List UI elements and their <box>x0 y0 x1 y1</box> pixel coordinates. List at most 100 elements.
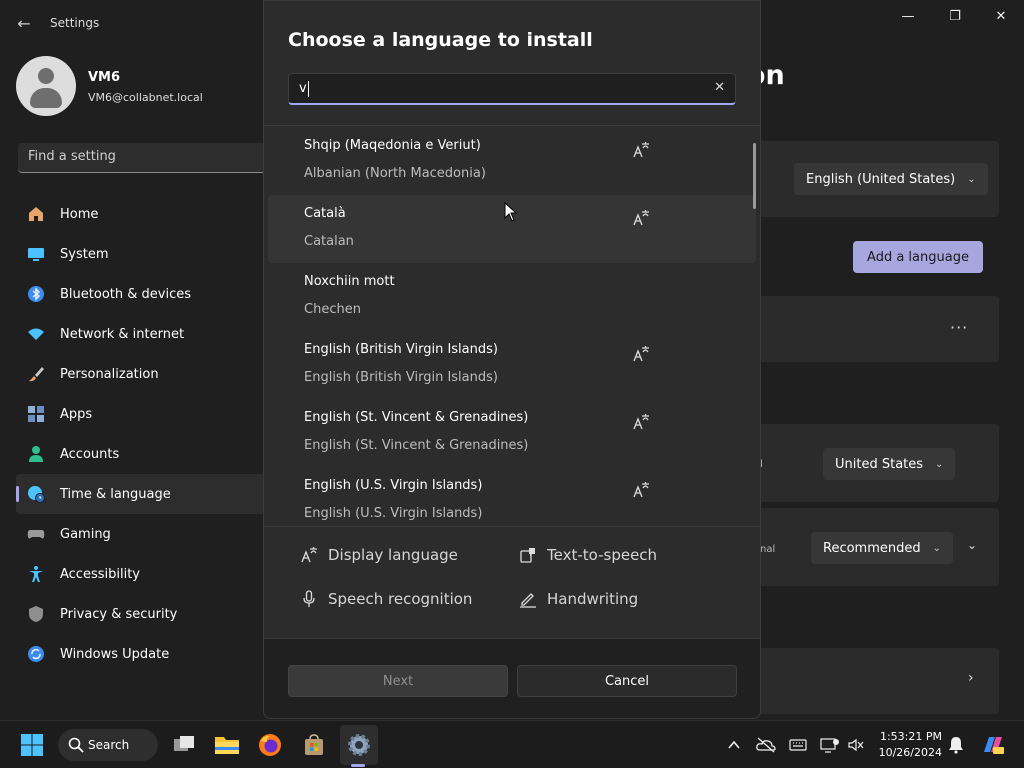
clear-icon[interactable]: ✕ <box>714 80 725 95</box>
profile-name: VM6 <box>88 70 121 85</box>
person-icon <box>26 444 46 464</box>
start-button[interactable] <box>18 731 46 759</box>
sidebar-item-label: Network & internet <box>60 326 185 342</box>
list-scrollbar[interactable] <box>753 143 756 209</box>
list-item[interactable]: Shqip (Maqedonia e Veriut) Albanian (Nor… <box>268 127 756 195</box>
microphone-icon <box>300 590 318 608</box>
country-dropdown[interactable]: United States ⌄ <box>823 448 956 480</box>
chevron-down-icon: ⌄ <box>935 458 944 470</box>
dialog-title: Choose a language to install <box>288 29 593 51</box>
dropdown-value: Recommended <box>823 540 921 556</box>
home-icon <box>26 204 46 224</box>
taskbar-search[interactable]: Search <box>58 729 158 761</box>
format-label-partial: nal <box>760 544 776 555</box>
choose-language-dialog: Choose a language to install v ✕ Shqip (… <box>263 0 761 719</box>
store-button[interactable] <box>300 731 328 759</box>
sidebar-item-privacy[interactable]: Privacy & security <box>16 594 264 634</box>
sidebar-item-accounts[interactable]: Accounts <box>16 434 264 474</box>
gear-icon <box>348 734 370 756</box>
taskbar-clock[interactable]: 1:53:21 PM 10/26/2024 <box>870 729 942 761</box>
regional-format-dropdown[interactable]: Recommended ⌄ <box>811 532 954 564</box>
search-value: v <box>299 81 307 96</box>
settings-app-button[interactable] <box>345 731 373 759</box>
list-item[interactable]: English (St. Vincent & Grenadines) Engli… <box>268 399 756 467</box>
expand-chevron-icon[interactable]: ⌄ <box>967 538 977 552</box>
file-explorer-button[interactable] <box>213 731 241 759</box>
sidebar-item-bluetooth[interactable]: Bluetooth & devices <box>16 274 264 314</box>
language-native-name: English (U.S. Virgin Islands) <box>304 478 483 493</box>
notifications-button[interactable] <box>946 735 966 755</box>
next-button[interactable]: Next <box>288 665 508 697</box>
clock-date: 10/26/2024 <box>878 746 942 759</box>
display-language-icon <box>633 482 649 498</box>
show-hidden-icons-button[interactable] <box>724 735 744 755</box>
sidebar-item-gaming[interactable]: Gaming <box>16 514 264 554</box>
sidebar-item-label: System <box>60 246 109 262</box>
minimize-button[interactable]: — <box>893 8 923 26</box>
update-icon <box>26 644 46 664</box>
sidebar-item-personalization[interactable]: Personalization <box>16 354 264 394</box>
sidebar-item-label: Accounts <box>60 446 120 462</box>
language-english-name: Catalan <box>304 234 354 249</box>
speaker-muted-icon <box>848 738 864 752</box>
divider <box>264 125 760 126</box>
language-native-name: Català <box>304 206 346 221</box>
search-icon <box>68 737 84 753</box>
language-english-name: Albanian (North Macedonia) <box>304 166 486 181</box>
legend-label: Display language <box>328 546 458 564</box>
more-options-icon[interactable]: ··· <box>950 318 968 337</box>
language-english-name: Chechen <box>304 302 361 317</box>
close-button[interactable]: ✕ <box>986 8 1016 26</box>
language-list[interactable]: Shqip (Maqedonia e Veriut) Albanian (Nor… <box>268 127 756 525</box>
sidebar-item-time-language[interactable]: Time & language <box>16 474 264 514</box>
monitor-icon <box>26 244 46 264</box>
feature-legend: Display language Text-to-speech Speech r… <box>264 527 760 637</box>
onedrive-tray[interactable] <box>756 735 776 755</box>
keyboard-tray[interactable] <box>788 735 808 755</box>
chevron-down-icon: ⌄ <box>967 173 976 185</box>
cancel-button[interactable]: Cancel <box>517 665 737 697</box>
list-item[interactable]: Noxchiin mott Chechen <box>268 263 756 331</box>
text-to-speech-icon <box>519 546 537 564</box>
find-setting-input[interactable]: Find a setting <box>18 143 264 173</box>
back-button[interactable]: ← <box>12 12 36 36</box>
task-view-button[interactable] <box>170 731 198 759</box>
legend-text-to-speech: Text-to-speech <box>519 546 657 564</box>
firefox-icon <box>259 734 281 756</box>
list-item[interactable]: English (U.S. Virgin Islands) English (U… <box>268 467 756 525</box>
legend-label: Handwriting <box>547 590 639 608</box>
add-language-button[interactable]: Add a language <box>853 241 983 273</box>
language-english-name: English (St. Vincent & Grenadines) <box>304 438 529 453</box>
sidebar-item-windows-update[interactable]: Windows Update <box>16 634 264 674</box>
legend-display-language: Display language <box>300 546 458 564</box>
list-item[interactable]: English (British Virgin Islands) English… <box>268 331 756 399</box>
copilot-icon <box>984 737 1004 754</box>
volume-tray[interactable] <box>846 735 866 755</box>
wifi-icon <box>26 324 46 344</box>
network-tray[interactable] <box>820 735 840 755</box>
sidebar-item-network[interactable]: Network & internet <box>16 314 264 354</box>
language-english-name: English (British Virgin Islands) <box>304 370 498 385</box>
sidebar-item-home[interactable]: Home <box>16 194 264 234</box>
sidebar-item-label: Privacy & security <box>60 606 178 622</box>
gamepad-icon <box>26 524 46 544</box>
sidebar-item-label: Windows Update <box>60 646 170 662</box>
sidebar-item-accessibility[interactable]: Accessibility <box>16 554 264 594</box>
related-setting-card[interactable] <box>740 648 999 714</box>
display-language-icon <box>633 142 649 158</box>
sidebar-item-system[interactable]: System <box>16 234 264 274</box>
language-native-name: English (British Virgin Islands) <box>304 342 498 357</box>
firefox-button[interactable] <box>256 731 284 759</box>
sidebar-item-apps[interactable]: Apps <box>16 394 264 434</box>
display-language-icon <box>633 346 649 362</box>
display-language-dropdown[interactable]: English (United States) ⌄ <box>794 163 988 195</box>
keyboard-icon <box>789 739 807 751</box>
copilot-button[interactable] <box>980 735 1006 755</box>
folder-icon <box>215 737 239 754</box>
user-profile[interactable]: VM6 VM6@collabnet.local <box>16 56 256 118</box>
language-search-input[interactable]: v ✕ <box>288 73 736 105</box>
chevron-right-icon: › <box>968 670 974 686</box>
dropdown-value: United States <box>835 456 924 472</box>
maximize-button[interactable]: ❐ <box>940 8 970 26</box>
active-app-indicator <box>351 764 365 767</box>
